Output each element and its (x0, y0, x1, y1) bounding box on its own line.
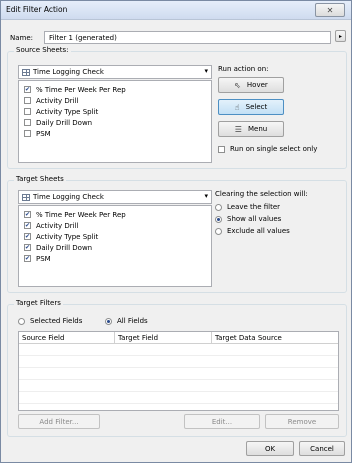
table-icon (22, 68, 30, 76)
clearing-option[interactable]: Exclude all values (215, 225, 290, 237)
table-icon (22, 193, 30, 201)
clearing-selection-label: Clearing the selection will: (215, 190, 308, 198)
sheet-label: Activity Type Split (36, 232, 99, 241)
all-fields-radio[interactable] (105, 317, 112, 325)
target-filters-label: Target Filters (14, 299, 63, 307)
target-sheets-label: Target Sheets (14, 175, 66, 183)
title-bar: Edit Filter Action ✕ (1, 1, 351, 20)
target-sheet-dropdown[interactable]: Time Logging Check ▾ (18, 190, 212, 204)
sheet-label: % Time Per Week Per Rep (36, 85, 126, 94)
column-source-field: Source Field (22, 334, 65, 342)
sheet-checkbox[interactable]: ✔ (24, 211, 31, 218)
list-item[interactable]: ✔ % Time Per Week Per Rep (19, 209, 211, 220)
list-item[interactable]: ✔ Activity Drill (19, 220, 211, 231)
menu-icon: ☰ (234, 124, 242, 134)
selected-fields-label: Selected Fields (30, 317, 83, 325)
clearing-option[interactable]: Leave the filter (215, 201, 290, 213)
edit-filter-action-dialog: Edit Filter Action ✕ Name: Filter 1 (gen… (0, 0, 352, 463)
target-dropdown-value: Time Logging Check (33, 193, 104, 201)
sheet-label: % Time Per Week Per Rep (36, 210, 126, 219)
single-select-label: Run on single select only (230, 145, 318, 153)
selected-fields-option[interactable]: Selected Fields (18, 317, 82, 325)
clearing-option-label: Show all values (227, 215, 282, 223)
column-target-data-source: Target Data Source (215, 334, 282, 342)
clearing-option-radio[interactable] (215, 203, 222, 211)
menu-button[interactable]: ☰ Menu (218, 121, 284, 137)
sheet-checkbox[interactable]: ✔ (24, 222, 31, 229)
source-sheet-dropdown[interactable]: Time Logging Check ▾ (18, 65, 212, 79)
table-header: Source Field Target Field Target Data So… (19, 332, 338, 344)
clearing-option[interactable]: Show all values (215, 213, 290, 225)
single-select-checkbox[interactable] (218, 145, 225, 153)
target-sheets-list: ✔% Time Per Week Per Rep ✔ Activity Drill ✔… (18, 205, 212, 287)
add-filter-button[interactable]: Add Filter... (18, 414, 100, 429)
remove-label: Remove (287, 417, 317, 426)
sheet-label: Activity Drill (36, 96, 79, 105)
name-label: Name: (10, 34, 34, 42)
select-button[interactable]: ☝ Select (218, 99, 284, 115)
sheet-checkbox[interactable] (24, 108, 31, 115)
hover-button-label: Hover (246, 81, 268, 89)
name-menu-button[interactable]: ▸ (335, 30, 346, 42)
cancel-label: Cancel (310, 444, 334, 453)
close-icon: ✕ (326, 5, 334, 15)
menu-button-label: Menu (247, 125, 268, 133)
selected-fields-radio[interactable] (18, 317, 25, 325)
ok-button[interactable]: OK (246, 441, 294, 456)
dropdown-arrow-icon: ▾ (204, 67, 208, 75)
list-item[interactable]: ✔ PSM (19, 253, 211, 264)
cancel-button[interactable]: Cancel (299, 441, 345, 456)
column-target-field: Target Field (118, 334, 159, 342)
close-button[interactable]: ✕ (315, 3, 345, 17)
sheet-checkbox[interactable] (24, 97, 31, 104)
sheet-label: Activity Drill (36, 221, 79, 230)
clearing-option-radio[interactable] (215, 215, 222, 223)
sheet-checkbox[interactable]: ✔ (24, 244, 31, 251)
source-sheets-list: ✔ % Time Per Week Per Rep Activity Drill Ac… (18, 80, 212, 163)
edit-label: Edit... (211, 417, 233, 426)
run-action-label: Run action on: (218, 65, 269, 73)
sheet-label: Activity Type Split (36, 107, 99, 116)
sheet-checkbox[interactable]: ✔ (24, 255, 31, 262)
cursor-icon: ⇖ (234, 80, 241, 90)
hover-button[interactable]: ⇖ Hover (218, 77, 284, 93)
all-fields-label: All Fields (117, 317, 148, 325)
source-dropdown-value: Time Logging Check (33, 68, 104, 76)
list-item[interactable]: Activity Drill (19, 95, 211, 106)
remove-button[interactable]: Remove (265, 414, 339, 429)
ok-label: OK (264, 444, 276, 453)
list-item[interactable]: PSM (19, 128, 211, 139)
edit-button[interactable]: Edit... (184, 414, 260, 429)
sheet-label: PSM (36, 129, 51, 138)
single-select-checkbox-row[interactable]: Run on single select only (218, 145, 317, 153)
field-mapping-table: Source Field Target Field Target Data So… (18, 331, 339, 411)
sheet-checkbox[interactable] (24, 130, 31, 137)
name-input[interactable]: Filter 1 (generated) (44, 31, 331, 44)
triangle-right-icon: ▸ (338, 32, 342, 40)
add-filter-label: Add Filter... (39, 417, 79, 426)
sheet-label: Daily Drill Down (36, 243, 93, 252)
clearing-option-label: Exclude all values (227, 227, 290, 235)
sheet-checkbox[interactable] (24, 119, 31, 126)
clearing-option-label: Leave the filter (227, 203, 281, 211)
source-sheets-label: Source Sheets: (14, 46, 71, 54)
all-fields-option[interactable]: All Fields (105, 317, 148, 325)
list-item[interactable]: ✔ Activity Type Split (19, 231, 211, 242)
dropdown-arrow-icon: ▾ (204, 192, 208, 200)
sheet-checkbox[interactable]: ✔ (24, 86, 31, 93)
list-item[interactable]: ✔ Daily Drill Down (19, 242, 211, 253)
list-item[interactable]: Daily Drill Down (19, 117, 211, 128)
list-item[interactable]: Activity Type Split (19, 106, 211, 117)
name-value: Filter 1 (generated) (49, 34, 117, 42)
hand-icon: ☝ (234, 102, 240, 112)
list-item[interactable]: ✔ % Time Per Week Per Rep (19, 84, 211, 95)
window-title: Edit Filter Action (6, 5, 68, 14)
sheet-label: Daily Drill Down (36, 118, 93, 127)
sheet-label: PSM (36, 254, 51, 263)
sheet-checkbox[interactable]: ✔ (24, 233, 31, 240)
select-button-label: Select (245, 103, 268, 111)
clearing-option-radio[interactable] (215, 227, 222, 235)
